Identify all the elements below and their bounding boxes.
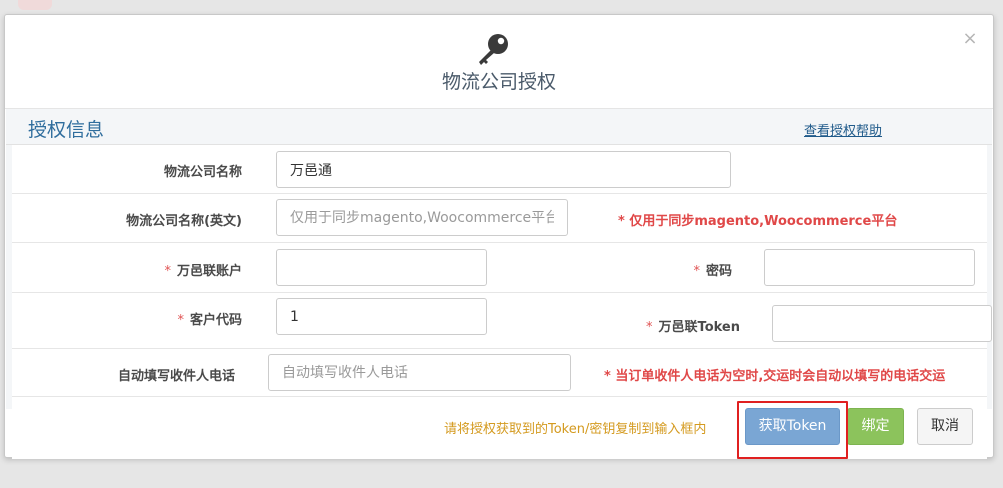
company-name-input[interactable] [276, 151, 731, 188]
authorization-dialog: 物流公司授权 × 授权信息 查看授权帮助 物流公司名称 物流公司名称(英文) *… [4, 14, 994, 459]
section-title: 授权信息 [28, 119, 105, 141]
required-mark: * [164, 264, 171, 279]
token-copy-hint: 请将授权获取到的Token/密钥复制到输入框内 [444, 422, 707, 437]
required-mark: * [177, 313, 184, 328]
auto-phone-input[interactable] [268, 354, 571, 391]
company-name-en-label: 物流公司名称(英文) [126, 214, 242, 229]
dialog-title: 物流公司授权 [441, 71, 556, 93]
form-row-company-name-en: 物流公司名称(英文) * 仅用于同步magento,Woocommerce平台 [12, 194, 987, 243]
background-badge [18, 0, 52, 10]
key-icon [479, 34, 508, 65]
close-icon[interactable]: × [960, 29, 980, 49]
company-name-label: 物流公司名称 [163, 165, 242, 180]
account-label: * 万邑联账户 [112, 260, 242, 279]
account-label-text: 万邑联账户 [176, 264, 242, 279]
token-label-text: 万邑联Token [658, 320, 740, 335]
password-label: * 密码 [632, 260, 732, 279]
auto-phone-label: 自动填写收件人电话 [117, 369, 235, 384]
customer-code-label-text: 客户代码 [189, 313, 242, 328]
form-row-company-name: 物流公司名称 [12, 145, 987, 194]
company-name-en-note: * 仅用于同步magento,Woocommerce平台 [618, 214, 898, 229]
company-name-en-input[interactable] [276, 199, 568, 236]
section-header: 授权信息 查看授权帮助 [6, 109, 992, 145]
authorization-panel: 授权信息 查看授权帮助 物流公司名称 物流公司名称(英文) * 仅用于同步mag… [6, 109, 992, 459]
dialog-header: 物流公司授权 × [5, 15, 993, 109]
form-row-auto-phone: 自动填写收件人电话 * 当订单收件人电话为空时,交运时会自动以填写的电话交运 [12, 349, 987, 397]
customer-code-label: * 客户代码 [112, 309, 242, 328]
cancel-button[interactable]: 取消 [917, 408, 973, 445]
required-mark: * [693, 264, 700, 279]
token-input[interactable] [772, 305, 992, 342]
account-input[interactable] [276, 249, 487, 286]
token-label: * 万邑联Token [602, 316, 740, 335]
auth-help-link[interactable]: 查看授权帮助 [804, 120, 882, 139]
dialog-footer: 请将授权获取到的Token/密钥复制到输入框内 获取Token 绑定 取消 [12, 397, 987, 459]
get-token-button[interactable]: 获取Token [745, 408, 840, 445]
form-row-account: * 万邑联账户 * 密码 [12, 243, 987, 293]
form-row-customer-code: * 客户代码 * 万邑联Token [12, 293, 992, 349]
customer-code-input[interactable] [276, 298, 487, 335]
bind-button[interactable]: 绑定 [847, 408, 904, 445]
required-mark: * [646, 320, 653, 335]
password-label-text: 密码 [705, 264, 732, 279]
password-input[interactable] [764, 249, 975, 286]
auto-phone-note: * 当订单收件人电话为空时,交运时会自动以填写的电话交运 [604, 369, 946, 384]
